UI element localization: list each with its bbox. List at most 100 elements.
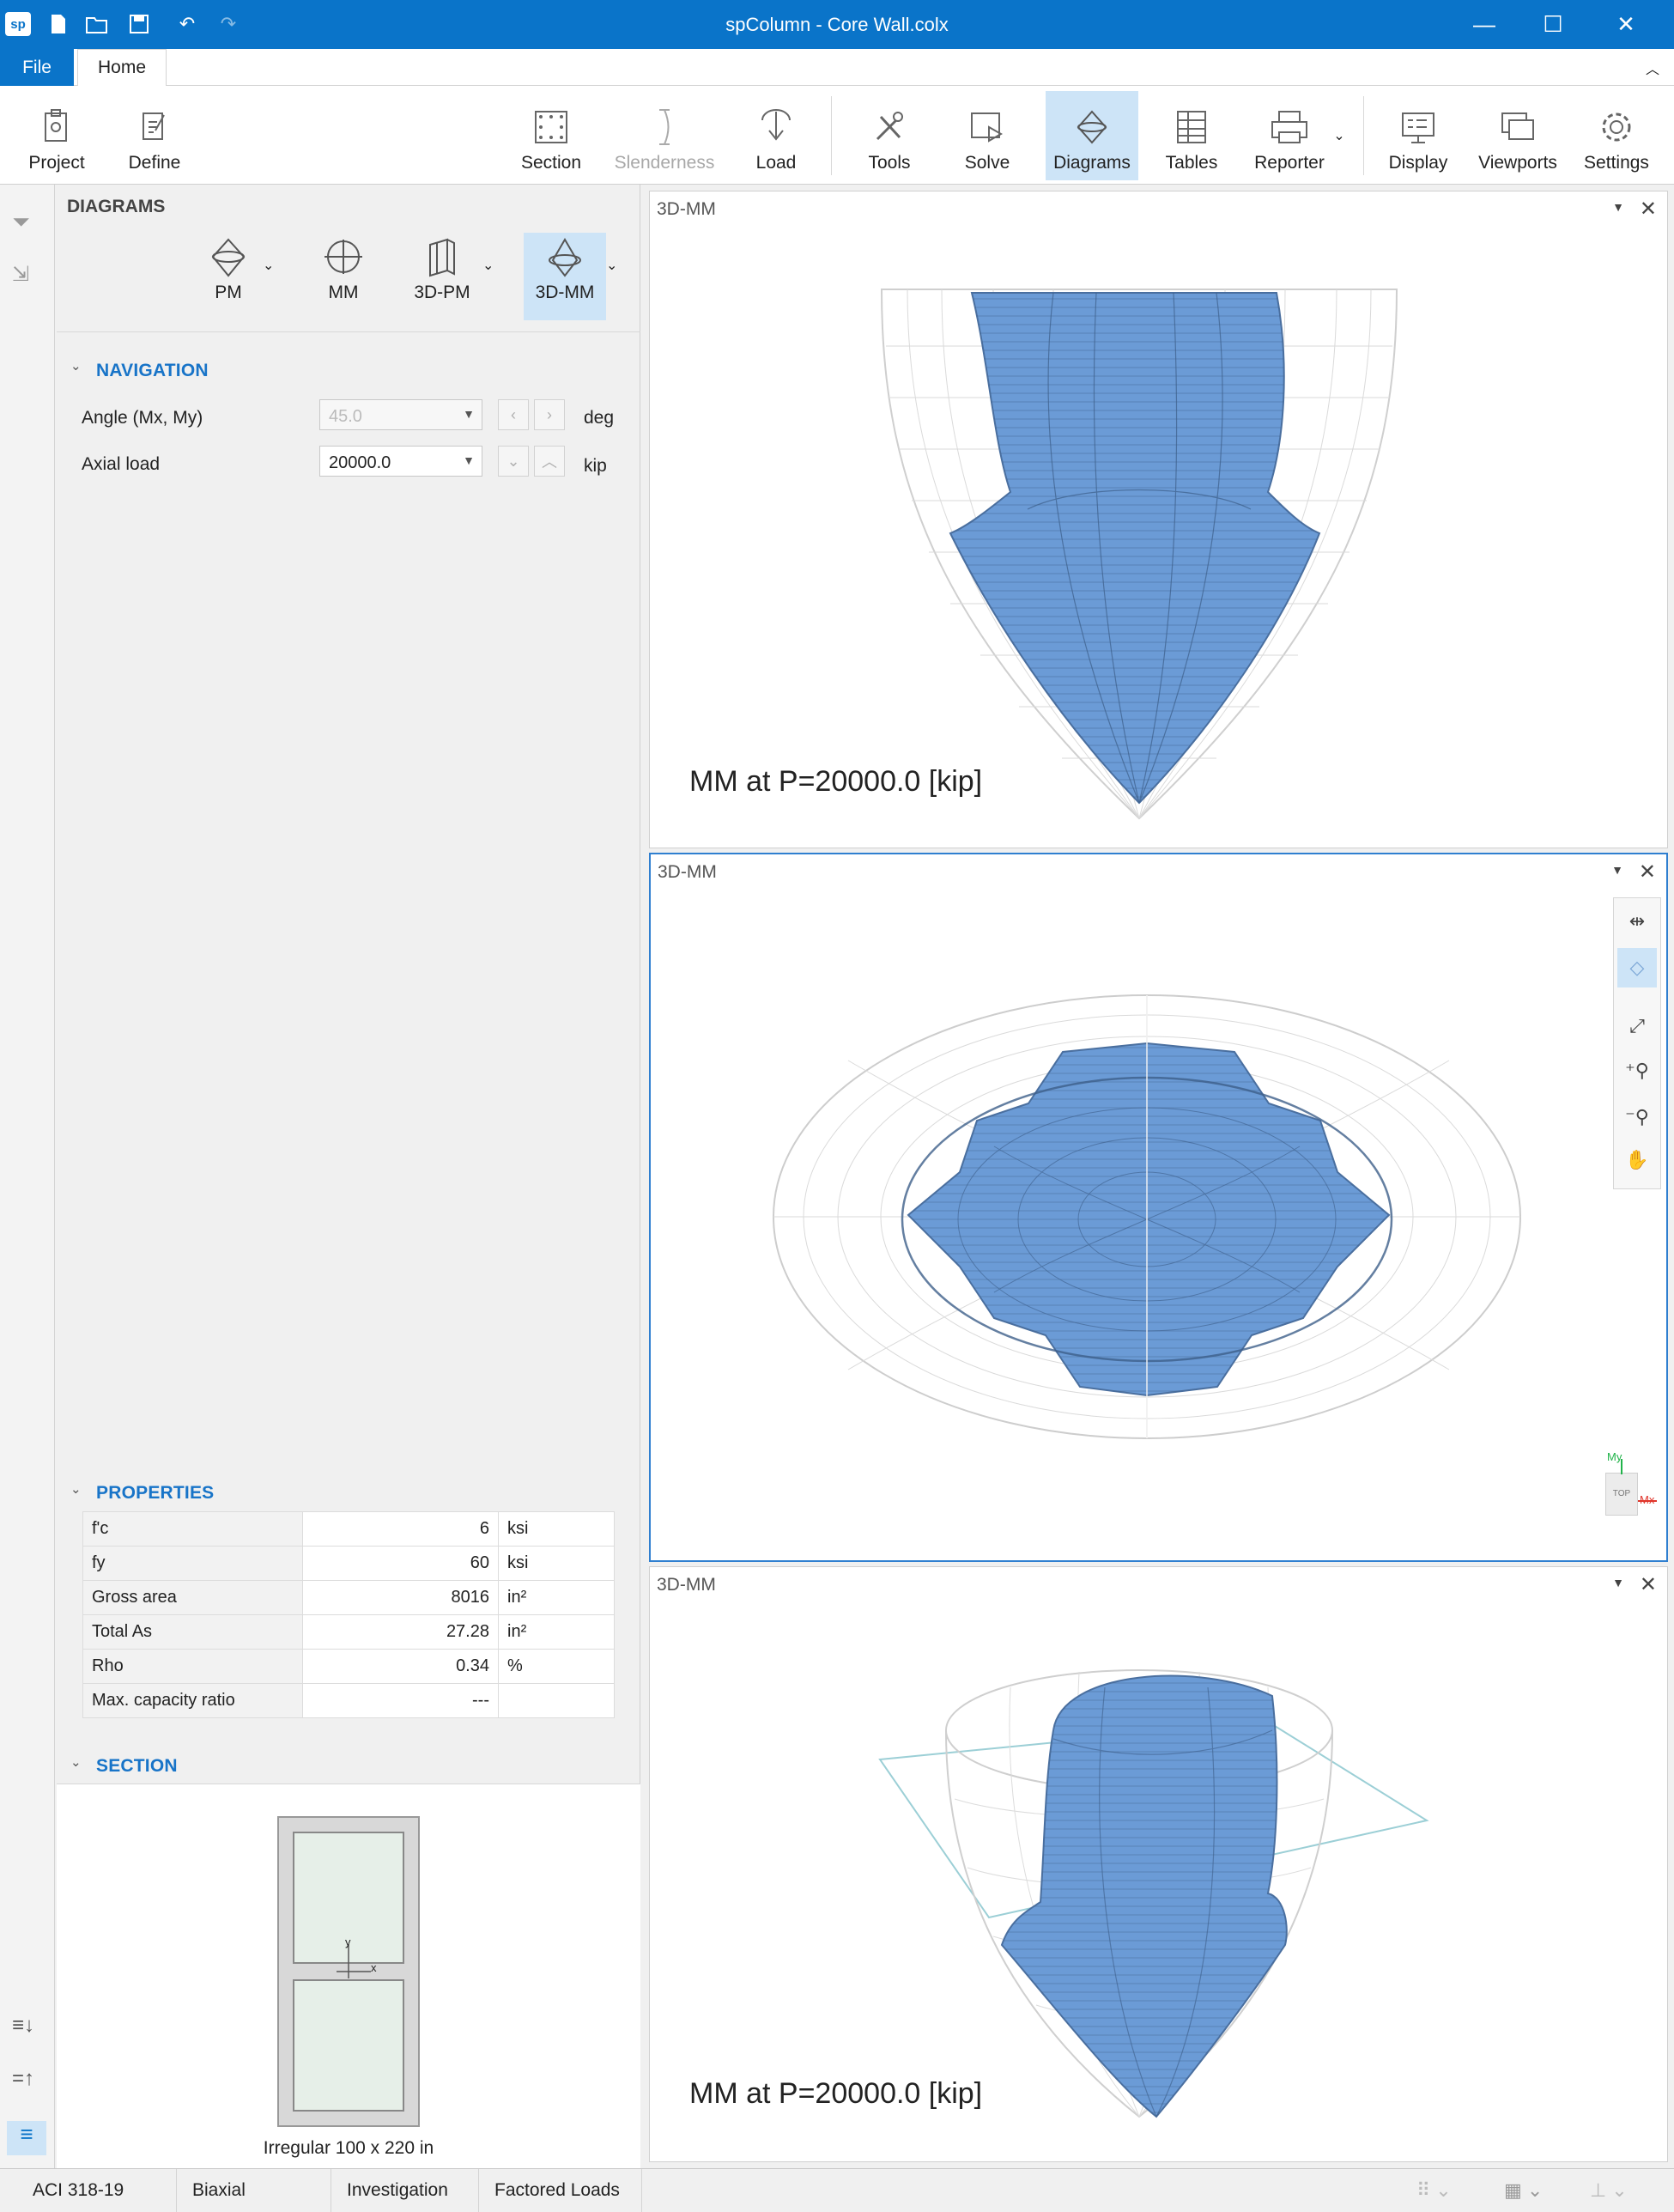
close-icon[interactable]: ✕	[1640, 1572, 1657, 1597]
define-button[interactable]: Define	[110, 91, 199, 180]
axis-my-line	[1621, 1459, 1622, 1474]
diagram-type-pm[interactable]: PM	[194, 238, 263, 324]
diagrams-panel: DIAGRAMS PM ⌄ MM 3D-PM ⌄ 3D-MM ⌄ ⌄ NAVIG…	[57, 185, 640, 2168]
status-code[interactable]: ACI 318-19	[17, 2169, 177, 2212]
tab-home[interactable]: Home	[77, 49, 167, 86]
axes-icon[interactable]: ⊥ ⌄	[1590, 2179, 1628, 2202]
status-run[interactable]: Investigation	[331, 2169, 479, 2212]
section-collapse-icon[interactable]: ⌄	[70, 1754, 82, 1770]
tools-button[interactable]: Tools	[845, 91, 934, 180]
navigation-header[interactable]: NAVIGATION	[96, 361, 209, 381]
ribbon: Project Define Section Slenderness Load …	[0, 86, 1674, 185]
viewport-header: 3D-MM ▼ ✕	[650, 191, 1667, 226]
close-icon[interactable]: ✕	[1640, 197, 1657, 222]
viewports-button[interactable]: Viewports	[1470, 91, 1566, 180]
viewport-1[interactable]: 3D-MM ▼ ✕ MM at P=20000.0 [kip]	[649, 191, 1668, 848]
angle-prev-button[interactable]: ‹	[498, 399, 529, 430]
properties-table: f'c 6 ksi fy 60 ksi Gross area 8016 in² Total As 2…	[82, 1511, 615, 1718]
grid-dots-icon[interactable]: ⠿ ⌄	[1416, 2179, 1452, 2202]
viewport-3[interactable]: 3D-MM ▼ ✕ MM at P=20000.0 [kip]	[649, 1566, 1668, 2162]
view-cube[interactable]: TOP My Mx	[1561, 1430, 1657, 1533]
define-icon	[143, 112, 165, 140]
viewport-menu-icon[interactable]: ▼	[1612, 200, 1624, 214]
collapse-ribbon-icon[interactable]: ︿	[1640, 49, 1665, 86]
pm-diagram-icon	[211, 238, 246, 277]
zoom-in-icon[interactable]: ⁺⚲	[1617, 1051, 1657, 1091]
zoom-extents-icon[interactable]: ⤢	[1617, 1006, 1657, 1046]
list-view-icon[interactable]: ≡	[7, 2121, 46, 2155]
slenderness-icon	[659, 109, 670, 145]
status-loads[interactable]: Factored Loads	[479, 2169, 642, 2212]
axial-load-up-button[interactable]: ︿	[534, 446, 565, 477]
diagrams-button[interactable]: Diagrams	[1046, 91, 1138, 180]
angle-next-button[interactable]: ›	[534, 399, 565, 430]
export-icon[interactable]: ⇲	[12, 262, 29, 287]
pm-dropdown-icon[interactable]: ⌄	[263, 257, 274, 274]
property-row: f'c 6 ksi	[82, 1511, 615, 1547]
filter-icon[interactable]: ⏷	[12, 209, 30, 236]
title-bar: sp ↶ ↷ spColumn - Core Wall.colx — ☐ ✕	[0, 0, 1674, 49]
orbit-icon[interactable]: ⇹	[1617, 902, 1657, 941]
pan-hand-icon[interactable]: ✋	[1617, 1140, 1657, 1180]
3d-mm-view-icon[interactable]: ◇	[1617, 948, 1657, 988]
property-row: Rho 0.34%	[82, 1649, 615, 1684]
section-header[interactable]: SECTION	[96, 1756, 178, 1777]
diagram-type-3d-pm[interactable]: 3D-PM	[403, 238, 481, 324]
minimize-button[interactable]: —	[1451, 0, 1518, 49]
printer-icon	[1271, 111, 1307, 143]
close-button[interactable]: ✕	[1592, 0, 1659, 49]
angle-combo[interactable]: 45.0 ▼	[319, 399, 482, 430]
reporter-dropdown-icon[interactable]: ⌄	[1329, 91, 1350, 180]
property-value: 0.34	[302, 1649, 499, 1684]
3d-mm-diagram-icon	[549, 238, 581, 277]
reporter-button[interactable]: Reporter	[1241, 91, 1337, 180]
navigation-toolbar: ⇹ ◇ ⤢ ⁺⚲ ⁻⚲ ✋	[1613, 897, 1661, 1189]
properties-collapse-icon[interactable]: ⌄	[70, 1481, 82, 1497]
load-button[interactable]: Load	[731, 91, 821, 180]
axial-load-combo[interactable]: 20000.0 ▼	[319, 446, 482, 477]
tab-file[interactable]: File	[0, 49, 74, 86]
solve-button[interactable]: Solve	[943, 91, 1032, 180]
tools-icon	[876, 112, 903, 141]
property-unit: in²	[498, 1580, 615, 1615]
property-unit	[498, 1683, 615, 1718]
property-row: Total As 27.28 in²	[82, 1614, 615, 1650]
view-cube-face[interactable]: TOP	[1605, 1473, 1638, 1516]
ribbon-separator	[1363, 96, 1364, 175]
panel-title: DIAGRAMS	[67, 197, 166, 216]
status-mode[interactable]: Biaxial	[177, 2169, 331, 2212]
properties-header[interactable]: PROPERTIES	[96, 1483, 214, 1504]
property-row: fy 60 ksi	[82, 1546, 615, 1581]
sort-down-icon[interactable]: ≡↓	[12, 2014, 34, 2038]
diagram-type-mm[interactable]: MM	[312, 238, 374, 324]
left-tool-strip: ⏷ ⇲ ≡↓ =↑ ≡	[0, 185, 55, 2168]
close-icon[interactable]: ✕	[1639, 860, 1656, 884]
3d-pm-dropdown-icon[interactable]: ⌄	[482, 257, 494, 274]
slenderness-button[interactable]: Slenderness	[606, 91, 723, 180]
tables-icon	[1177, 111, 1206, 143]
settings-button[interactable]: Settings	[1571, 91, 1662, 180]
angle-label: Angle (Mx, My)	[82, 408, 203, 428]
tables-button[interactable]: Tables	[1147, 91, 1236, 180]
grid-icon[interactable]: ▦ ⌄	[1504, 2179, 1543, 2202]
sort-up-icon[interactable]: =↑	[12, 2067, 34, 2091]
window-title: spColumn - Core Wall.colx	[725, 14, 949, 35]
viewport-menu-icon[interactable]: ▼	[1612, 1576, 1624, 1589]
viewports-icon	[1501, 112, 1534, 140]
mm-diagram-icon	[324, 240, 362, 274]
angle-unit: deg	[584, 408, 615, 428]
viewport-menu-icon[interactable]: ▼	[1611, 863, 1623, 877]
display-button[interactable]: Display	[1374, 91, 1463, 180]
maximize-button[interactable]: ☐	[1519, 0, 1586, 49]
property-name: Total As	[82, 1614, 303, 1650]
section-button[interactable]: Section	[506, 91, 596, 180]
project-button[interactable]: Project	[12, 91, 101, 180]
zoom-out-icon[interactable]: ⁻⚲	[1617, 1097, 1657, 1137]
property-value: ---	[302, 1683, 499, 1718]
viewport-2[interactable]: 3D-MM ▼ ✕ ⇹ ◇ ⤢ ⁺⚲ ⁻⚲ ✋ TOP My Mx	[649, 853, 1668, 1562]
navigation-collapse-icon[interactable]: ⌄	[70, 358, 82, 374]
diagram-type-3d-mm[interactable]: 3D-MM	[524, 233, 606, 320]
3d-mm-dropdown-icon[interactable]: ⌄	[606, 257, 617, 274]
view-cube-axis-my: My	[1607, 1450, 1622, 1463]
axial-load-down-button[interactable]: ⌄	[498, 446, 529, 477]
